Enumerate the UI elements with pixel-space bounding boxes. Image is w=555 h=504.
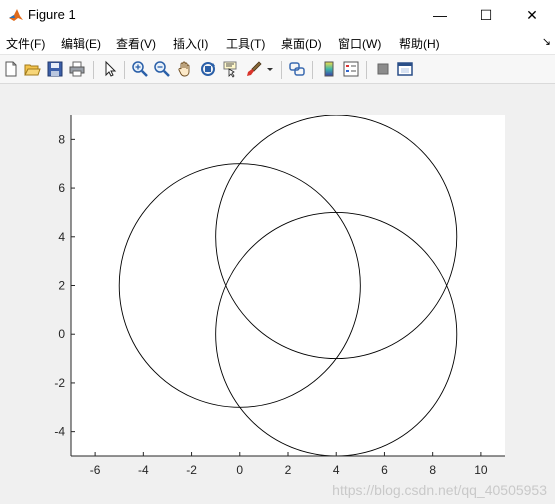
data-cursor-icon[interactable] bbox=[221, 60, 239, 78]
close-icon: ✕ bbox=[526, 6, 538, 23]
axes-background bbox=[71, 115, 505, 456]
maximize-icon: ☐ bbox=[479, 6, 493, 23]
toolbar-separator bbox=[366, 61, 367, 79]
menu-help[interactable]: 帮助(H) bbox=[399, 35, 440, 52]
x-tick-label: 8 bbox=[429, 463, 436, 477]
x-tick-label: -2 bbox=[186, 463, 197, 477]
watermark: https://blog.csdn.net/qq_40505953 bbox=[332, 482, 547, 498]
x-tick-label: -6 bbox=[90, 463, 101, 477]
maximize-button[interactable]: ☐ bbox=[463, 0, 509, 30]
y-tick-label: 4 bbox=[58, 230, 65, 244]
menu-bar: 文件(F) 编辑(E) 查看(V) 插入(I) 工具(T) 桌面(D) 窗口(W… bbox=[0, 30, 555, 54]
x-tick-label: 10 bbox=[474, 463, 488, 477]
link-plot-icon[interactable] bbox=[288, 60, 306, 78]
edit-plot-arrow-icon[interactable] bbox=[101, 60, 119, 78]
insert-legend-icon[interactable] bbox=[342, 60, 360, 78]
pan-hand-icon[interactable] bbox=[176, 60, 194, 78]
hide-plot-tools-icon[interactable] bbox=[374, 60, 392, 78]
open-file-icon[interactable] bbox=[23, 60, 41, 78]
window-title: Figure 1 bbox=[28, 7, 76, 22]
dock-figure-icon[interactable]: ↘ bbox=[542, 35, 551, 48]
toolbar-separator bbox=[312, 61, 313, 79]
minimize-button[interactable]: — bbox=[417, 0, 463, 30]
zoom-out-icon[interactable] bbox=[153, 60, 171, 78]
x-tick-label: -4 bbox=[138, 463, 149, 477]
plot-axes[interactable]: -6 -4 -2 0 2 4 6 8 10 -4 -2 0 2 4 6 8 bbox=[0, 84, 555, 504]
menu-view[interactable]: 查看(V) bbox=[116, 35, 156, 52]
toolbar-separator bbox=[124, 61, 125, 79]
x-tick-label: 0 bbox=[236, 463, 243, 477]
toolbar-separator bbox=[93, 61, 94, 79]
y-tick-label: 0 bbox=[58, 327, 65, 341]
title-bar: Figure 1 — ☐ ✕ bbox=[0, 0, 555, 30]
y-tick-label: 2 bbox=[58, 279, 65, 293]
new-figure-icon[interactable] bbox=[2, 60, 20, 78]
brush-icon[interactable] bbox=[245, 60, 263, 78]
y-tick-label: 8 bbox=[58, 132, 65, 146]
save-icon[interactable] bbox=[46, 60, 64, 78]
menu-tools[interactable]: 工具(T) bbox=[226, 35, 265, 52]
y-tick-label: 6 bbox=[58, 181, 65, 195]
x-tick-label: 4 bbox=[333, 463, 340, 477]
minimize-icon: — bbox=[433, 7, 447, 23]
menu-insert[interactable]: 插入(I) bbox=[173, 35, 208, 52]
figure-canvas[interactable]: -6 -4 -2 0 2 4 6 8 10 -4 -2 0 2 4 6 8 https://blog.csdn… bbox=[0, 84, 555, 504]
toolbar-separator bbox=[281, 61, 282, 79]
show-plot-tools-icon[interactable] bbox=[396, 60, 414, 78]
zoom-in-icon[interactable] bbox=[131, 60, 149, 78]
insert-colorbar-icon[interactable] bbox=[320, 60, 338, 78]
x-tick-label: 6 bbox=[381, 463, 388, 477]
y-tick-label: -4 bbox=[54, 425, 65, 439]
x-tick-label: 2 bbox=[285, 463, 292, 477]
menu-window[interactable]: 窗口(W) bbox=[338, 35, 381, 52]
matlab-logo-icon bbox=[8, 7, 24, 23]
menu-desktop[interactable]: 桌面(D) bbox=[281, 35, 322, 52]
menu-file[interactable]: 文件(F) bbox=[6, 35, 45, 52]
figure-toolbar bbox=[0, 54, 555, 84]
brush-dropdown-icon[interactable] bbox=[265, 60, 275, 78]
print-icon[interactable] bbox=[68, 60, 86, 78]
y-tick-label: -2 bbox=[54, 376, 65, 390]
close-button[interactable]: ✕ bbox=[509, 0, 555, 30]
rotate-3d-icon[interactable] bbox=[199, 60, 217, 78]
menu-edit[interactable]: 编辑(E) bbox=[61, 35, 101, 52]
